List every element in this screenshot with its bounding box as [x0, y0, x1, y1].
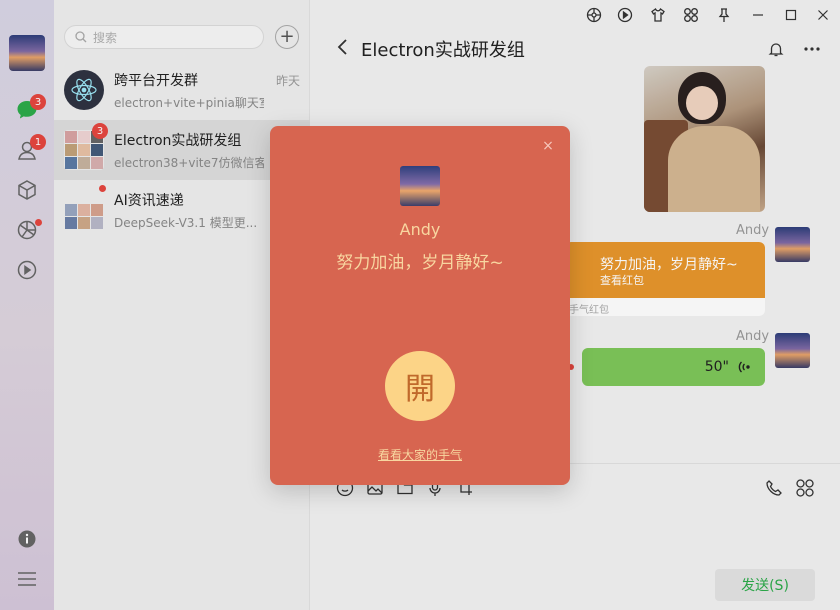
- view-luck-link[interactable]: 看看大家的手气: [270, 446, 570, 463]
- modal-close-button[interactable]: ×: [540, 138, 556, 154]
- modal-sender-avatar: [400, 166, 440, 206]
- modal-sender-name: Andy: [270, 220, 570, 239]
- open-red-packet-button[interactable]: 開: [385, 351, 455, 421]
- modal-wish-text: 努力加油，岁月静好~: [270, 248, 570, 273]
- red-packet-modal: × Andy 努力加油，岁月静好~ 開 看看大家的手气: [270, 126, 570, 485]
